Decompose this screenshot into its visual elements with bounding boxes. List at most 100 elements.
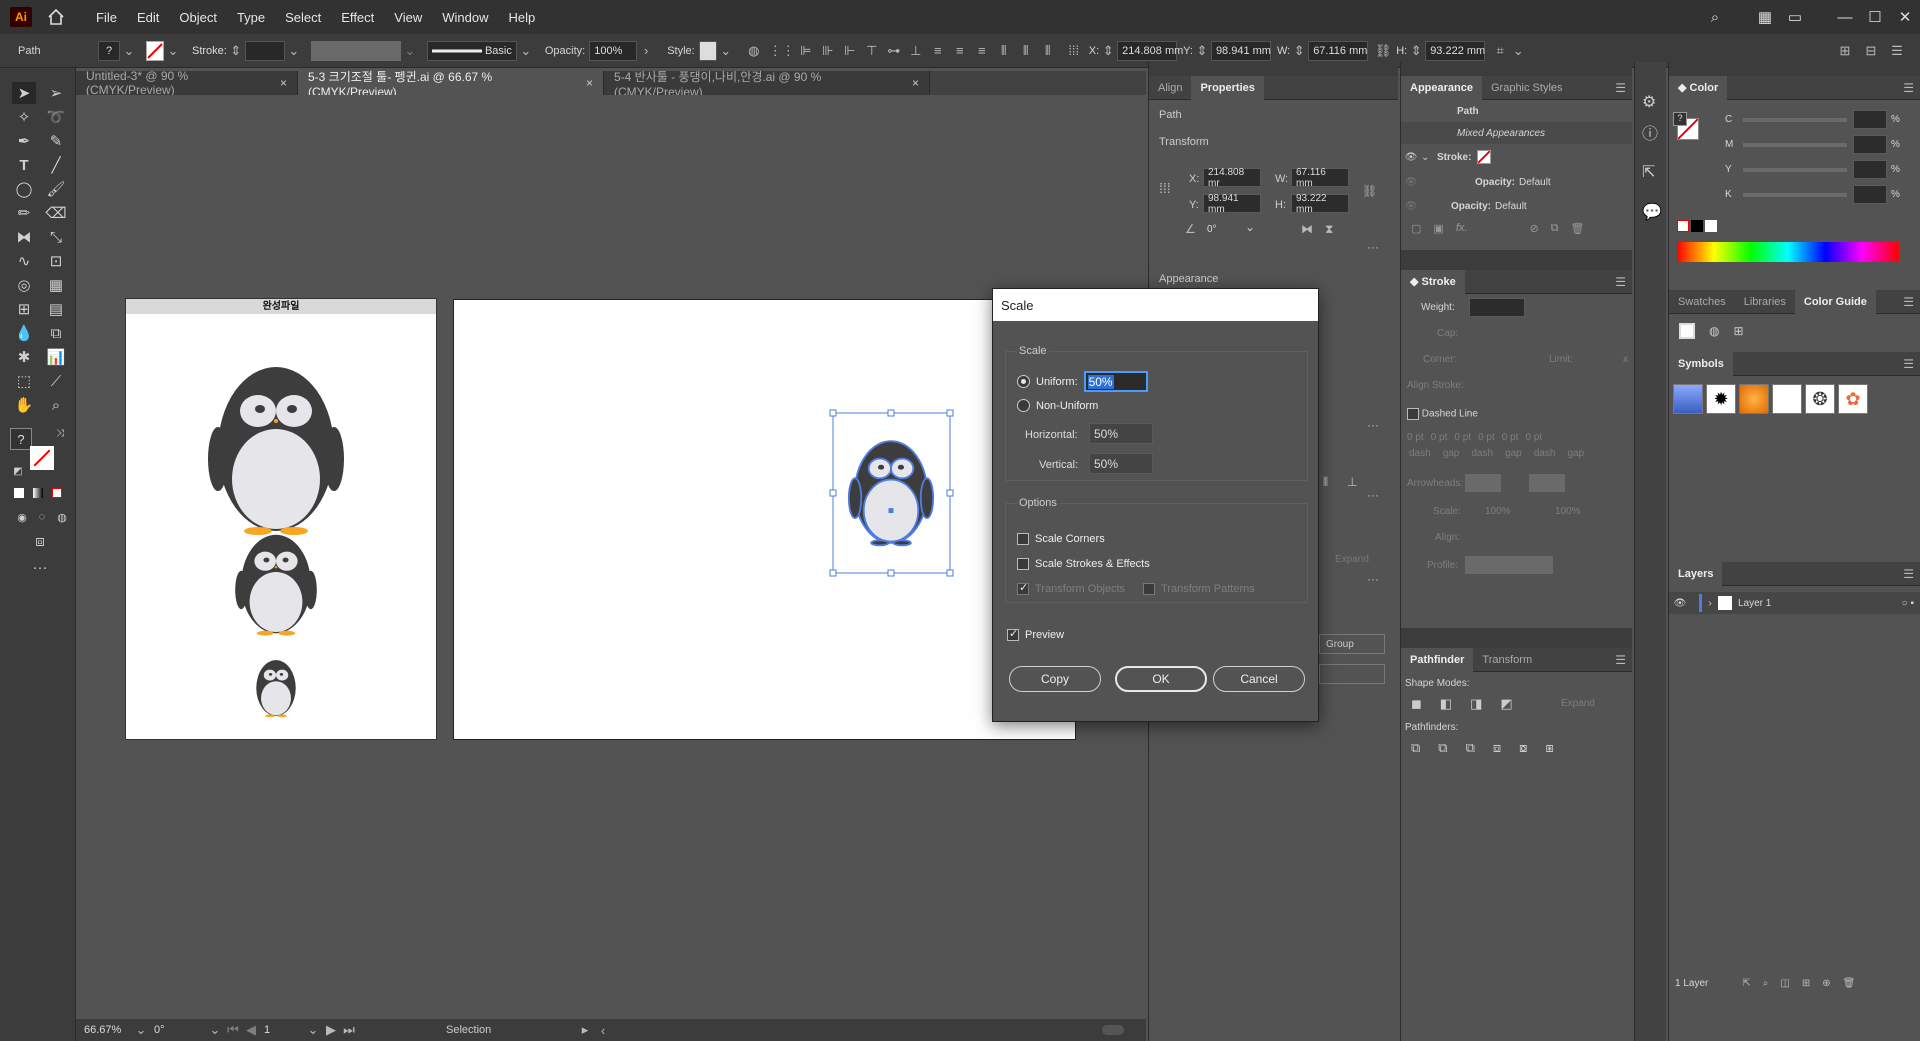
paintbrush-tool-icon[interactable]: 🖌 [44, 178, 68, 200]
chevron-right-icon[interactable]: › [637, 42, 655, 60]
perspective-grid-tool-icon[interactable]: ▦ [44, 274, 68, 296]
chevron-down-icon[interactable]: ⌄ [1245, 220, 1255, 234]
canvas-area[interactable]: 완성파일 [76, 95, 1146, 1019]
hand-tool-icon[interactable]: ✋ [12, 394, 36, 416]
align-bottom-icon[interactable]: ⊥ [907, 42, 925, 60]
align-icon[interactable]: ⫴ [1323, 475, 1328, 490]
y-input[interactable]: 98.941 mm [1203, 193, 1261, 215]
workspace-icon[interactable]: ▦ [1750, 8, 1780, 26]
x-input[interactable]: 214.808 mm [1117, 40, 1183, 61]
eraser-tool-icon[interactable]: ⌫ [44, 202, 68, 224]
line-tool-icon[interactable]: ╱ [44, 154, 68, 176]
artboard-number[interactable]: 1 [260, 1020, 304, 1040]
distribute-hcenter-icon[interactable]: ⦀ [1017, 42, 1035, 60]
tab-properties[interactable]: Properties [1191, 75, 1264, 100]
opacity-input[interactable]: 100% [589, 40, 638, 61]
more-options-icon[interactable]: ··· [1367, 572, 1379, 586]
chevron-down-icon[interactable]: ⌄ [717, 42, 735, 60]
scale-strokes-checkbox[interactable] [1017, 558, 1029, 570]
rotate-input[interactable]: 0° [1203, 220, 1245, 239]
type-tool-icon[interactable]: T [12, 154, 36, 176]
new-layer-icon[interactable]: ⊕ [1822, 978, 1830, 989]
stepper-icon[interactable]: ⇕ [1193, 42, 1211, 60]
appearance-opacity-row[interactable]: 👁 Opacity: Default [1401, 170, 1632, 194]
menu-object[interactable]: Object [169, 10, 227, 25]
direct-selection-tool-icon[interactable]: ➢ [44, 82, 68, 104]
settings-icon[interactable]: ⚙ [1642, 92, 1656, 112]
minus-back-icon[interactable]: ⧆ [1545, 740, 1553, 756]
gap-value[interactable]: 0 pt [1478, 432, 1495, 443]
k-slider[interactable] [1743, 193, 1847, 197]
locate-object-icon[interactable]: ⌕ [1763, 978, 1769, 989]
more-options-icon[interactable]: ··· [1367, 418, 1379, 432]
eye-icon[interactable]: 👁 [1401, 152, 1421, 163]
tab-swatches[interactable]: Swatches [1669, 290, 1735, 314]
align-top-icon[interactable]: ⊤ [863, 42, 881, 60]
dash-value[interactable]: 0 pt [1407, 432, 1424, 443]
crop-icon[interactable]: ⧈ [1493, 740, 1501, 756]
style-swatch[interactable] [698, 40, 717, 61]
arrange-documents-icon[interactable]: ⊟ [1862, 42, 1880, 60]
pen-tool-icon[interactable]: ✒ [12, 130, 36, 152]
symbol-orange-ball[interactable] [1739, 384, 1769, 414]
symbol-sprayer-tool-icon[interactable]: ✱ [12, 346, 36, 368]
delete-icon[interactable]: 🗑 [1571, 222, 1585, 235]
recolor-icon[interactable]: ◍ [745, 42, 763, 60]
tab-libraries[interactable]: Libraries [1735, 290, 1795, 314]
transform-icon[interactable]: ⌗ [1491, 42, 1509, 60]
black-swatch[interactable] [1691, 220, 1703, 232]
ellipse-tool-icon[interactable]: ◯ [12, 178, 36, 200]
dash-value[interactable]: 0 pt [1454, 432, 1471, 443]
artboard-finished[interactable]: 완성파일 [125, 298, 437, 740]
base-color-swatch[interactable] [1679, 323, 1695, 339]
delete-icon[interactable]: 🗑 [1843, 978, 1856, 989]
save-group-icon[interactable]: ⊞ [1733, 324, 1743, 338]
color-fill-box[interactable]: ? [1673, 112, 1687, 126]
w-input[interactable]: 67.116 mm [1291, 167, 1349, 189]
stroke-color-box[interactable] [30, 446, 54, 470]
panel-menu-icon[interactable]: ☰ [1903, 295, 1914, 309]
chevron-down-icon[interactable]: ⌄ [517, 42, 535, 60]
menu-view[interactable]: View [384, 10, 432, 25]
search-icon[interactable]: ⌕ [1700, 9, 1730, 26]
tab-pathfinder[interactable]: Pathfinder [1401, 647, 1474, 672]
panel-menu-icon[interactable]: ☰ [1903, 567, 1914, 581]
menu-select[interactable]: Select [275, 10, 331, 25]
dashed-line-check[interactable]: Dashed Line [1407, 408, 1478, 420]
eye-icon[interactable]: 👁 [1401, 177, 1421, 188]
group-button[interactable]: Group [1319, 634, 1385, 654]
tab-transform[interactable]: Transform [1473, 648, 1541, 672]
more-tools-icon[interactable]: ··· [28, 556, 52, 578]
gap-value[interactable]: 0 pt [1525, 432, 1542, 443]
menu-help[interactable]: Help [498, 10, 545, 25]
swap-fill-stroke-icon[interactable]: ⤨ [48, 422, 72, 444]
layer-row[interactable]: 👁 › Layer 1 ○ ▪ [1669, 592, 1920, 614]
h-input[interactable]: 93.222 mm [1291, 193, 1349, 215]
tab-appearance[interactable]: Appearance [1401, 75, 1482, 100]
first-artboard-icon[interactable]: ⏮ [224, 1021, 242, 1039]
outline-icon[interactable]: ⧇ [1519, 740, 1527, 756]
scale-strokes-option[interactable]: Scale Strokes & Effects [1017, 558, 1150, 570]
expand-button[interactable]: Expand [1335, 554, 1369, 565]
curvature-tool-icon[interactable]: ✎ [44, 130, 68, 152]
pencil-tool-icon[interactable]: ✏ [12, 202, 36, 224]
stepper-icon[interactable]: ⇕ [1407, 42, 1425, 60]
cancel-button[interactable]: Cancel [1213, 666, 1305, 692]
fx-icon[interactable]: fx. [1456, 222, 1468, 234]
tab-symbols[interactable]: Symbols [1669, 351, 1733, 376]
mesh-tool-icon[interactable]: ⊞ [12, 298, 36, 320]
horizontal-input[interactable]: 50% [1089, 423, 1153, 444]
symbol-paper[interactable] [1772, 384, 1802, 414]
unite-icon[interactable]: ◼ [1411, 696, 1422, 712]
color-mode-icon[interactable] [14, 488, 24, 498]
ok-button[interactable]: OK [1115, 666, 1207, 692]
export-icon[interactable]: ⇱ [1742, 978, 1750, 989]
opacity-value[interactable]: Default [1495, 201, 1527, 212]
stroke-weight-input[interactable] [244, 40, 285, 61]
document-tab[interactable]: Untitled-3* @ 90 % (CMYK/Preview) × [76, 69, 298, 97]
gradient-mode-icon[interactable] [33, 488, 43, 498]
eye-icon[interactable]: 👁 [1401, 201, 1421, 212]
duplicate-icon[interactable]: ⧉ [1551, 222, 1559, 235]
opacity-value[interactable]: Default [1519, 177, 1551, 188]
add-fill-icon[interactable]: ▣ [1433, 222, 1443, 235]
